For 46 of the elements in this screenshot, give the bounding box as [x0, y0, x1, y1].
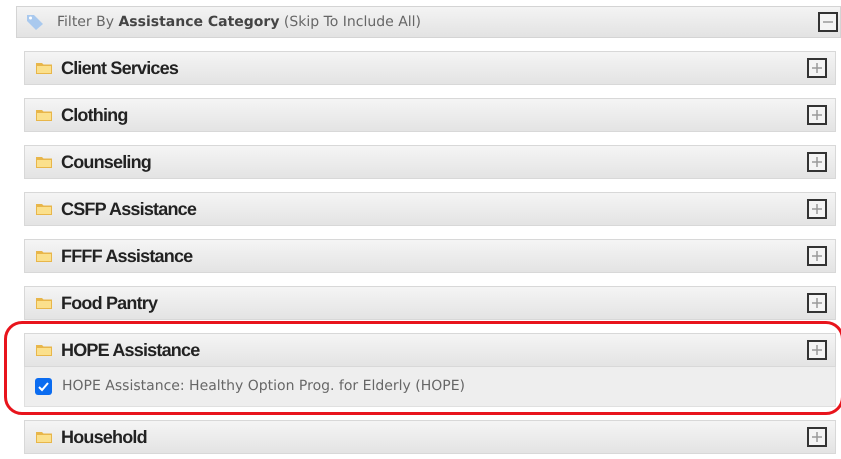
plus-icon	[811, 156, 823, 168]
category-title: Counseling	[61, 150, 151, 174]
expand-button[interactable]	[807, 105, 827, 125]
collapse-button[interactable]	[818, 12, 838, 32]
folder-icon	[35, 108, 53, 122]
plus-icon	[811, 297, 823, 309]
expand-button[interactable]	[807, 246, 827, 266]
plus-icon	[811, 431, 823, 443]
expand-button[interactable]	[807, 340, 827, 360]
filter-title: Filter By Assistance Category (Skip To Include All)	[57, 12, 422, 32]
category-title: HOPE Assistance	[61, 338, 200, 362]
expand-button[interactable]	[807, 199, 827, 219]
folder-icon	[35, 343, 53, 357]
plus-icon	[811, 109, 823, 121]
category-title: FFFF Assistance	[61, 244, 192, 268]
option-label: HOPE Assistance: Healthy Option Prog. for Elderly (HOPE)	[62, 377, 466, 396]
category-header[interactable]: FFFF Assistance	[24, 239, 836, 273]
category-title: CSFP Assistance	[61, 198, 196, 220]
plus-icon	[811, 62, 823, 74]
expand-button[interactable]	[807, 293, 827, 313]
option-checkbox[interactable]	[35, 378, 52, 395]
category-header[interactable]: Food Pantry	[24, 286, 836, 320]
category-title: Household	[61, 426, 147, 448]
category-title: Client Services	[61, 56, 178, 80]
category-header[interactable]: CSFP Assistance	[24, 192, 836, 226]
tag-icon	[25, 13, 45, 31]
expand-button[interactable]	[807, 427, 827, 447]
category-header[interactable]: Client Services	[24, 51, 836, 85]
folder-icon	[35, 61, 53, 75]
folder-icon	[35, 430, 53, 444]
category-title: Food Pantry	[61, 292, 158, 315]
category-header[interactable]: Counseling	[24, 145, 836, 179]
category-header[interactable]: Clothing	[24, 98, 836, 132]
plus-icon	[811, 203, 823, 215]
filter-header[interactable]: Filter By Assistance Category (Skip To Include All)	[16, 6, 841, 38]
folder-icon	[35, 249, 53, 263]
expand-button[interactable]	[807, 152, 827, 172]
plus-icon	[811, 344, 823, 356]
plus-icon	[811, 250, 823, 262]
folder-icon	[35, 155, 53, 169]
category-header[interactable]: HOPE Assistance	[24, 333, 836, 367]
folder-icon	[35, 202, 53, 216]
category-header[interactable]: Household	[24, 420, 836, 454]
expand-button[interactable]	[807, 58, 827, 78]
folder-icon	[35, 296, 53, 310]
category-title: Clothing	[61, 104, 128, 127]
